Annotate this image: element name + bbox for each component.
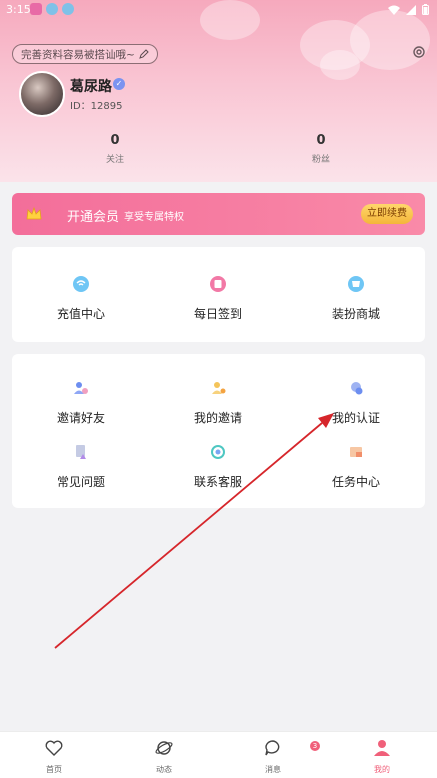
chat-icon xyxy=(265,740,280,756)
edit-icon xyxy=(139,49,149,59)
signal-icon xyxy=(406,4,416,15)
certify-icon xyxy=(351,382,363,395)
services-card: 邀请好友 我的邀请 我的认证 常见问题 联系客服 任务中心 xyxy=(12,354,425,508)
fans-label: 粉丝 xyxy=(311,155,330,165)
vip-banner[interactable]: 开通会员 享受专属特权 立即续费 xyxy=(12,193,425,235)
tab-messages[interactable]: 消息 xyxy=(243,738,303,775)
quick-actions-card: 充值中心 每日签到 装扮商城 xyxy=(12,247,425,342)
decor-shop-label: 装扮商城 xyxy=(331,307,380,321)
vip-title: 开通会员 xyxy=(67,210,120,225)
avatar[interactable] xyxy=(19,71,65,117)
fans-stat[interactable]: 0 粉丝 xyxy=(281,133,361,165)
app-notification-icon xyxy=(46,3,58,15)
crown-icon xyxy=(26,206,42,220)
daily-checkin-item[interactable]: 每日签到 xyxy=(149,275,287,322)
faq-item[interactable]: 常见问题 xyxy=(12,443,150,490)
tab-feed-label: 动态 xyxy=(156,765,172,774)
fans-count: 0 xyxy=(316,133,326,148)
recharge-center-label: 充值中心 xyxy=(56,307,105,321)
recharge-center-item[interactable]: 充值中心 xyxy=(12,275,150,322)
heart-icon xyxy=(45,740,63,756)
decor-shop-item[interactable]: 装扮商城 xyxy=(287,275,425,322)
my-invites-label: 我的邀请 xyxy=(193,411,242,425)
following-count: 0 xyxy=(110,133,120,148)
contact-support-label: 联系客服 xyxy=(193,475,242,489)
complete-profile-button[interactable]: 完善资料容易被搭讪哦~ xyxy=(12,44,158,64)
support-icon xyxy=(211,445,225,459)
app-notification-icon xyxy=(62,3,74,15)
tab-mine[interactable]: 我的 xyxy=(352,738,412,775)
bottom-tab-bar: 首页 动态 消息 3 我的 xyxy=(0,731,437,778)
my-certification-item[interactable]: 我的认证 xyxy=(287,379,425,426)
battery-icon xyxy=(422,4,429,15)
task-icon xyxy=(350,447,362,457)
status-bar: 3:15 xyxy=(0,0,437,20)
settings-gear-icon[interactable] xyxy=(411,44,427,60)
tab-feed[interactable]: 动态 xyxy=(134,738,194,775)
wallet-icon xyxy=(73,276,89,292)
task-center-label: 任务中心 xyxy=(331,475,380,489)
my-invite-icon xyxy=(212,382,226,394)
contact-support-item[interactable]: 联系客服 xyxy=(149,443,287,490)
my-invites-item[interactable]: 我的邀请 xyxy=(149,379,287,426)
faq-label: 常见问题 xyxy=(56,475,105,489)
verified-badge-icon: ✓ xyxy=(113,78,125,90)
user-id: ID：12895 xyxy=(70,101,123,112)
wifi-icon xyxy=(388,5,400,15)
status-time: 3:15 xyxy=(6,3,31,16)
invite-icon xyxy=(74,382,88,394)
profile-header: 3:15 完善资料容易被搭讪哦~ 葛尿路 ✓ ID：12895 0 关注 0 粉… xyxy=(0,0,437,182)
username: 葛尿路 xyxy=(70,79,112,95)
daily-checkin-label: 每日签到 xyxy=(193,307,242,321)
tab-home-label: 首页 xyxy=(46,765,62,774)
tab-home[interactable]: 首页 xyxy=(24,738,84,775)
task-center-item[interactable]: 任务中心 xyxy=(287,443,425,490)
decor-heart xyxy=(320,50,360,80)
faq-icon xyxy=(76,445,86,459)
tab-messages-label: 消息 xyxy=(265,765,281,774)
complete-profile-label: 完善资料容易被搭讪哦~ xyxy=(21,48,135,61)
invite-friends-label: 邀请好友 xyxy=(56,411,105,425)
renew-button[interactable]: 立即续费 xyxy=(361,204,413,224)
vip-subtitle: 享受专属特权 xyxy=(124,212,184,223)
following-label: 关注 xyxy=(105,155,124,165)
following-stat[interactable]: 0 关注 xyxy=(75,133,155,165)
calendar-icon xyxy=(210,276,226,292)
tab-mine-label: 我的 xyxy=(374,765,390,774)
my-certification-label: 我的认证 xyxy=(331,411,380,425)
user-icon xyxy=(374,740,390,756)
unread-badge: 3 xyxy=(310,741,320,751)
planet-icon xyxy=(155,741,173,755)
app-notification-icon xyxy=(30,3,42,15)
invite-friends-item[interactable]: 邀请好友 xyxy=(12,379,150,426)
shop-icon xyxy=(348,276,364,292)
